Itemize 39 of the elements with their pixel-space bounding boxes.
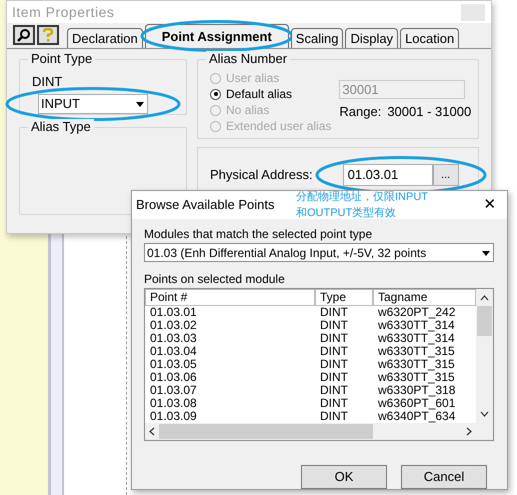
table-cell-text: 01.03.04: [149, 345, 198, 358]
range-label: Range:: [339, 103, 382, 121]
table-cell-text: DINT: [319, 371, 349, 384]
dialog-title: Browse Available Points: [136, 196, 275, 214]
table-cell-text: DINT: [319, 306, 349, 319]
table-cell-text: w6360PT_601: [377, 397, 456, 410]
group-title: Alias Type: [28, 119, 94, 135]
table-cell-text: w6330TT_315: [377, 345, 456, 358]
window-title: Item Properties: [12, 2, 114, 22]
group-title: Point Type: [28, 51, 96, 67]
physical-address-label: Physical Address:: [210, 166, 313, 184]
table-cell-text: w6340PT_634: [377, 410, 456, 423]
table-cell-text: DINT: [319, 319, 349, 332]
table-cell-text: w6320PT_242: [377, 306, 456, 319]
table-cell-text: DINT: [319, 397, 349, 410]
table-cell-text: 01.03.02: [149, 319, 198, 332]
points-label: Points on selected module: [144, 271, 286, 288]
table-cell-text: DINT: [319, 358, 349, 371]
table-cell-text: w6330TT_315: [377, 371, 456, 384]
annotation-text: 分配物理地址，仅限INPUT: [296, 190, 428, 205]
table-cell-text: 01.03.07: [149, 384, 198, 397]
table-cell-text: 01.03.05: [149, 358, 198, 371]
data-type-label: DINT: [32, 73, 64, 91]
table-cell-text: w6330TT_314: [377, 332, 456, 345]
table-cell-text: w6330TT_315: [377, 358, 456, 371]
range-value: 30001 - 31000: [387, 103, 472, 121]
table-cell-text: w6330TT_314: [377, 319, 456, 332]
table-cell-text: DINT: [319, 345, 349, 358]
modules-label: Modules that match the selected point type: [144, 226, 374, 243]
table-cell-text: DINT: [319, 332, 349, 345]
table-cell-text: 01.03.09: [149, 410, 198, 423]
table-cell-text: DINT: [319, 384, 349, 397]
table-cell-text: 01.03.03: [149, 332, 198, 345]
table-cell-text: 01.03.08: [149, 397, 198, 410]
table-cell-text: 01.03.06: [149, 371, 198, 384]
annotation-text: 和OUTPUT类型有效: [296, 206, 398, 221]
table-cell-text: w6330PT_318: [377, 384, 456, 397]
table-cell-text: DINT: [319, 410, 349, 423]
table-cell-text: 01.03.01: [149, 306, 198, 319]
